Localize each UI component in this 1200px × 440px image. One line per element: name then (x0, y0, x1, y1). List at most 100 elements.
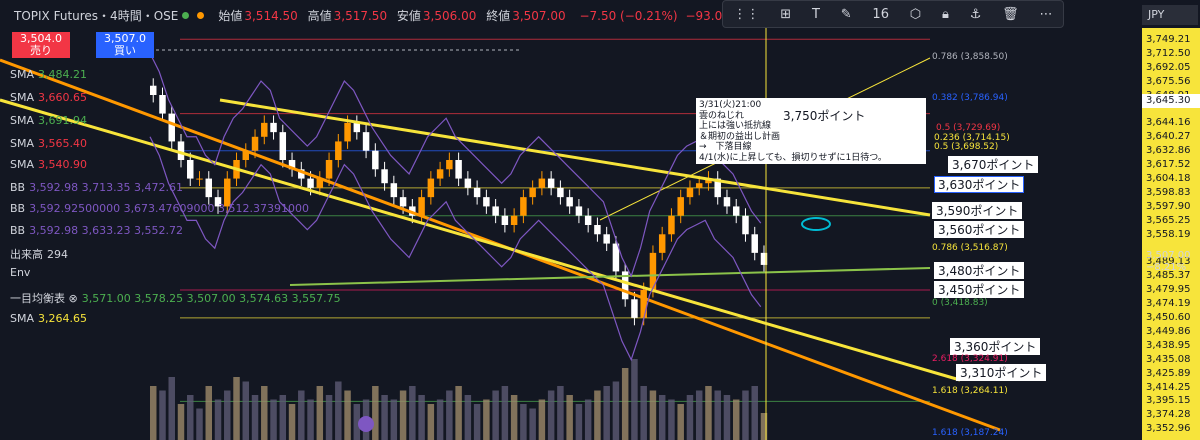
volume-bar (187, 395, 194, 440)
price-tick: 3,692.05 (1146, 61, 1191, 73)
volume-bar (372, 386, 379, 440)
indicator-row[interactable]: BB 3,592.98 3,633.23 3,552.72 (10, 224, 183, 237)
volume-bar (520, 404, 527, 440)
indicator-row[interactable]: BB 3,592.98 3,713.35 3,472.61 (10, 181, 183, 194)
candle-body (205, 178, 212, 198)
volume-bar (270, 399, 277, 440)
indicator-name: SMA (10, 158, 34, 171)
volume-bar (196, 408, 203, 440)
candle-body (538, 178, 546, 188)
candle-body (307, 178, 314, 188)
indicator-row[interactable]: SMA 3,264.65 (10, 312, 87, 325)
candle-body (631, 299, 638, 318)
candle-body (603, 234, 610, 244)
price-tick: 3,712.50 (1146, 47, 1191, 59)
indicator-row[interactable]: BB 3,592.92500000 3,673.47609000 3,512.37… (10, 202, 309, 215)
volume-bar (399, 390, 407, 440)
delay-dot (197, 11, 205, 19)
volume-bar (732, 399, 740, 440)
volume-bar (344, 390, 351, 440)
fib-label: 0.786 (3,858.50) (932, 52, 1008, 62)
point-label-3360[interactable]: 3,360ポイント (950, 338, 1041, 355)
candle-body (668, 215, 675, 235)
candle-body (446, 160, 453, 170)
volume-bar (150, 386, 157, 440)
price-tick: 3,438.95 (1146, 339, 1191, 351)
volume-bar (649, 390, 657, 440)
settings-icon[interactable]: ⬡ (910, 7, 921, 22)
volume-bar (390, 399, 398, 440)
candle-body (529, 187, 536, 198)
volume-bar (510, 395, 518, 440)
highlight-ellipse (801, 217, 831, 231)
indicator-name: SMA (10, 312, 34, 325)
candle-body (372, 150, 379, 170)
point-label-3750[interactable]: 3,750ポイント (779, 107, 870, 124)
point-label-3450[interactable]: 3,450ポイント (934, 281, 1025, 298)
price-tick: 3,450.60 (1146, 312, 1191, 323)
add-template-icon[interactable]: ⊞ (780, 7, 791, 22)
point-label-3310[interactable]: 3,310ポイント (956, 364, 1047, 381)
price-tick: 3,558.19 (1146, 228, 1191, 240)
volume-bar (159, 390, 166, 440)
volume-bar (307, 399, 314, 440)
volume-bar (316, 386, 324, 440)
crosshair-price: 3,645.30 (1142, 94, 1200, 108)
currency-select[interactable]: JPY (1142, 5, 1198, 25)
candle-body (658, 234, 666, 253)
price-tick: 3,604.18 (1146, 173, 1191, 184)
point-label-3560[interactable]: 3,560ポイント (934, 221, 1025, 238)
anchor-icon[interactable]: ⚓︎ (970, 7, 982, 22)
price-tick: 3,749.21 (1146, 34, 1191, 45)
price-tick: 3,597.90 (1146, 200, 1191, 212)
volume-bar (612, 381, 620, 440)
indicator-row[interactable]: SMA 3,565.40 (10, 137, 87, 150)
indicator-value: 3,484.21 (38, 68, 87, 81)
status-dot (182, 11, 190, 19)
drag-handle-icon[interactable]: ⋮⋮ (733, 7, 759, 22)
lock-icon[interactable]: 🔒︎ (942, 7, 949, 22)
drawing-toolbar: ⋮⋮ ⊞ T ✎ 16 ⬡ 🔒︎ ⚓︎ 🗑︎ ⋯ (722, 0, 1064, 28)
delete-icon[interactable]: 🗑︎ (1002, 7, 1019, 22)
price-tick: 3,640.27 (1146, 131, 1191, 143)
volume-bar (538, 399, 546, 440)
candle-body (270, 122, 277, 133)
candle-body (427, 178, 435, 198)
candle-body (325, 160, 333, 179)
trendline-support (289, 267, 931, 286)
fib-label: 0.5 (3,729.69) (936, 123, 1001, 133)
indicator-row[interactable]: SMA 3,484.21 (10, 68, 87, 81)
volume-bar (224, 390, 231, 440)
volume-bar (473, 404, 481, 440)
price-tick: 3,644.16 (1146, 117, 1191, 129)
indicator-row[interactable]: SMA 3,540.90 (10, 158, 87, 171)
point-label-3630[interactable]: 3,630ポイント (934, 176, 1025, 193)
volume-bar (714, 390, 721, 440)
text-color-icon[interactable]: T (812, 7, 820, 22)
indicator-name: Env (10, 266, 31, 279)
candle-body (196, 178, 203, 180)
more-icon[interactable]: ⋯ (1039, 7, 1052, 22)
fill-color-icon[interactable]: ✎ (841, 7, 852, 22)
candle-body (483, 197, 490, 207)
font-size[interactable]: 16 (872, 7, 889, 22)
buy-button[interactable]: 3,507.0 買い (96, 32, 154, 58)
indicator-value: 3,540.90 (38, 158, 87, 171)
indicator-row[interactable]: Env (10, 266, 34, 279)
volume-bar (658, 395, 666, 440)
candle-body (686, 187, 694, 198)
symbol-title[interactable]: TOPIX Futures・4時間・OSE (14, 7, 178, 24)
indicator-row[interactable]: 出来高 294 (10, 246, 68, 262)
candle-body (492, 206, 499, 216)
price-axis[interactable]: 3,749.213,712.503,692.053,675.563,648.91… (1142, 28, 1200, 440)
sell-button[interactable]: 3,504.0 売り (12, 32, 70, 58)
indicator-row[interactable]: SMA 3,691.94 (10, 114, 87, 127)
indicator-row[interactable]: 一目均衡表 ⊗ 3,571.00 3,578.25 3,507.00 3,574.… (10, 290, 341, 306)
point-label-3670[interactable]: 3,670ポイント (948, 156, 1039, 173)
volume-bar (705, 386, 712, 440)
candle-body (742, 215, 749, 235)
point-label-3590[interactable]: 3,590ポイント (932, 202, 1023, 219)
point-label-3480[interactable]: 3,480ポイント (934, 262, 1025, 279)
volume-bar (631, 359, 638, 440)
indicator-row[interactable]: SMA 3,660.65 (10, 91, 87, 104)
